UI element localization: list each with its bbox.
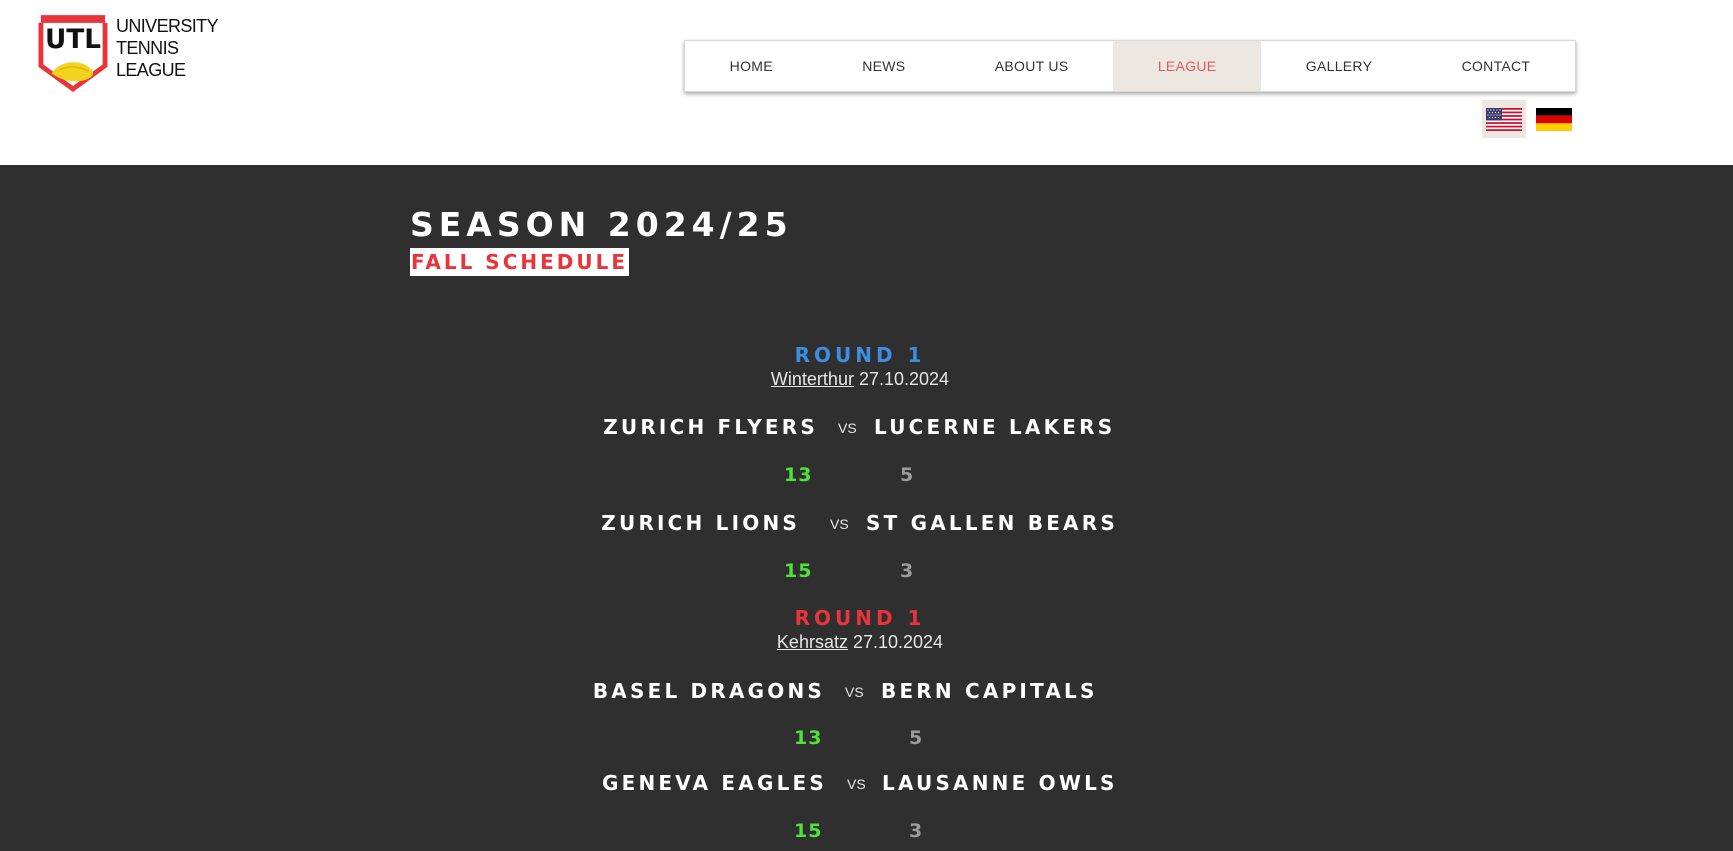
home-team: ZURICH FLYERS (603, 415, 818, 439)
venue-link[interactable]: Kehrsatz (777, 632, 848, 652)
match-row: ZURICH FLYERS VS LUCERNE LAKERS (0, 415, 1733, 445)
away-team: ST GALLEN BEARS (866, 511, 1118, 535)
nav-item-gallery[interactable]: GALLERY (1261, 41, 1417, 91)
language-selector (1482, 100, 1576, 138)
round-venue-date: Kehrsatz 27.10.2024 (0, 632, 1720, 653)
versus-label: VS (838, 420, 857, 436)
svg-text:UTL: UTL (45, 25, 101, 55)
us-flag-icon (1486, 107, 1522, 131)
home-team: GENEVA EAGLES (601, 771, 827, 795)
away-score: 3 (900, 560, 915, 582)
page: UTL UNIVERSITY TENNIS LEAGUE HOME NEWS A… (0, 0, 1733, 851)
away-score: 5 (900, 464, 915, 486)
logo-line-2: TENNIS (115, 38, 179, 58)
german-flag-icon (1536, 107, 1572, 131)
versus-label: VS (845, 684, 864, 700)
venue-link[interactable]: Winterthur (771, 369, 854, 389)
away-score: 3 (909, 820, 924, 842)
main-navigation: HOME NEWS ABOUT US LEAGUE GALLERY CONTAC… (684, 40, 1576, 92)
site-logo[interactable]: UTL UNIVERSITY TENNIS LEAGUE (38, 14, 219, 94)
match-row: ZURICH LIONS VS ST GALLEN BEARS (0, 511, 1733, 541)
versus-label: VS (847, 776, 866, 792)
logo-line-3: LEAGUE (115, 60, 186, 80)
home-score: 15 (794, 820, 823, 842)
away-team: LUCERNE LAKERS (874, 415, 1116, 439)
away-score: 5 (909, 727, 924, 749)
nav-item-home[interactable]: HOME (685, 41, 818, 91)
away-team: LAUSANNE OWLS (882, 771, 1118, 795)
utl-shield-logo-icon: UTL (38, 15, 108, 92)
home-score: 15 (784, 560, 813, 582)
away-team: BERN CAPITALS (881, 679, 1098, 703)
nav-item-contact[interactable]: CONTACT (1417, 41, 1575, 91)
round-title: ROUND 1 (794, 343, 926, 367)
home-score: 13 (784, 464, 813, 486)
language-german-button[interactable] (1532, 100, 1576, 138)
match-row: BASEL DRAGONS VS BERN CAPITALS (0, 679, 1733, 709)
versus-label: VS (830, 516, 849, 532)
round-date: 27.10.2024 (858, 369, 950, 389)
logo-wordmark: UNIVERSITY TENNIS LEAGUE (115, 15, 219, 81)
round-date: 27.10.2024 (852, 632, 944, 652)
home-team: BASEL DRAGONS (592, 679, 825, 703)
rounds-list: ROUND 1 Winterthur 27.10.2024 ZURICH FLY… (0, 165, 1733, 851)
nav-item-news[interactable]: NEWS (818, 41, 951, 91)
home-score: 13 (794, 727, 823, 749)
language-english-button[interactable] (1482, 100, 1526, 138)
match-row: GENEVA EAGLES VS LAUSANNE OWLS (0, 771, 1733, 801)
nav-item-about-us[interactable]: ABOUT US (950, 41, 1113, 91)
logo-line-1: UNIVERSITY (115, 16, 219, 36)
nav-item-league[interactable]: LEAGUE (1113, 41, 1262, 91)
schedule-section: SEASON 2024/25 FALL SCHEDULE ROUND 1 Win… (0, 165, 1733, 851)
round-title: ROUND 1 (794, 606, 926, 630)
home-team: ZURICH LIONS (601, 511, 800, 535)
round-venue-date: Winterthur 27.10.2024 (0, 369, 1720, 390)
